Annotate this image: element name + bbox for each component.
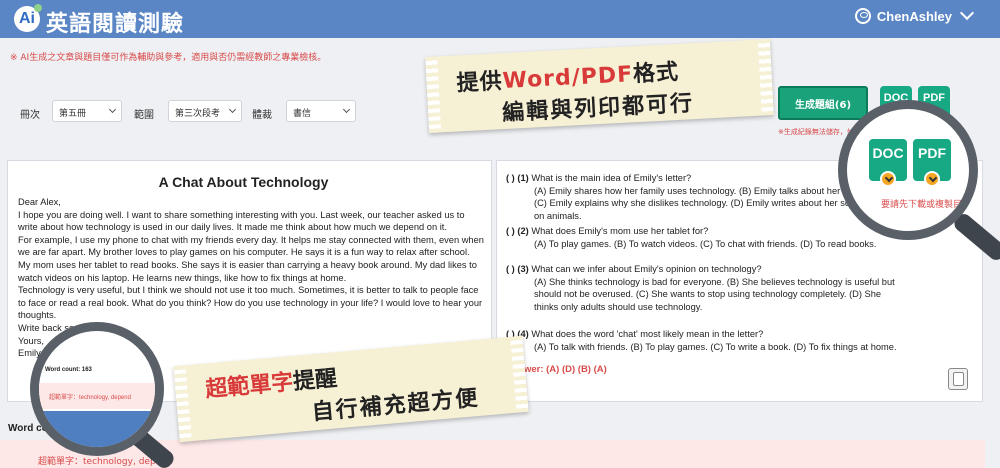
volume-label: 冊次 bbox=[20, 110, 40, 121]
range-select-value: 第三次段考 bbox=[175, 109, 221, 119]
question-number: ( ) (1) bbox=[506, 173, 529, 183]
download-icon bbox=[880, 171, 896, 187]
word-count-zoomed: Word count: 163 bbox=[45, 367, 92, 373]
genre-select-value: 書信 bbox=[293, 109, 312, 119]
article-title: A Chat About Technology bbox=[158, 174, 329, 190]
chevron-down-icon bbox=[228, 105, 237, 114]
range-select[interactable]: 第三次段考 bbox=[168, 100, 242, 122]
download-note-zoomed: 要請先下載或複製目 bbox=[881, 199, 963, 209]
top-navigation-bar: Ai 英語閱讀測驗 ChenAshley bbox=[0, 0, 1000, 38]
banner-text: 提供 bbox=[456, 69, 504, 97]
magnifier-lens-downloads: DOC PDF 要請先下載或複製目 bbox=[838, 100, 978, 240]
logo-dot-icon bbox=[34, 4, 42, 12]
user-icon bbox=[854, 8, 871, 24]
question-options: (A) She thinks technology is bad for eve… bbox=[534, 276, 895, 312]
blue-strip bbox=[39, 411, 155, 447]
question-text: What is the main idea of Emily's letter? bbox=[531, 173, 692, 183]
ai-notice: ※ AI生成之文章與題目僅可作為輔助與參考，適用與否仍需經教師之專業檢核。 bbox=[10, 53, 327, 63]
chevron-down-icon bbox=[108, 105, 117, 114]
vocab-text-zoomed: 超範單字：technology, depend bbox=[49, 395, 131, 401]
doc-icon: DOC bbox=[869, 139, 907, 187]
banner-highlight: 超範單字 bbox=[204, 370, 295, 403]
magnifier-lens-vocab: Word count: 163 超範單字：technology, depend bbox=[30, 322, 164, 456]
user-menu[interactable]: ChenAshley bbox=[854, 5, 975, 24]
question-text: What can we infer about Emily's opinion … bbox=[531, 264, 762, 274]
question-options: (A) To play games. (B) To watch videos. … bbox=[534, 238, 877, 249]
genre-select[interactable]: 書信 bbox=[286, 100, 356, 122]
question-4: ( ) (4) What does the word 'chat' most l… bbox=[506, 328, 906, 353]
generate-button[interactable]: 生成題組(6) bbox=[778, 86, 868, 120]
logo-text: Ai bbox=[19, 10, 35, 27]
app-title: 英語閱讀測驗 bbox=[46, 12, 185, 37]
doc-label: DOC bbox=[872, 145, 904, 161]
pdf-label: PDF bbox=[918, 145, 946, 161]
article-paragraph: I hope you are doing well. I want to sha… bbox=[18, 209, 465, 233]
banner-text: 格式 bbox=[632, 59, 680, 88]
article-paragraph: For example, I use my phone to chat with… bbox=[18, 234, 484, 283]
chevron-down-icon bbox=[959, 5, 975, 21]
article-paragraph: Dear Alex, bbox=[18, 197, 61, 207]
question-options: (A) To talk with friends. (B) To play ga… bbox=[534, 341, 897, 352]
genre-label: 體裁 bbox=[252, 110, 272, 121]
tape-decoration bbox=[425, 56, 442, 133]
question-2: ( ) (2) What does Emily's mom use her ta… bbox=[506, 225, 906, 250]
question-number: ( ) (2) bbox=[506, 226, 529, 236]
pdf-icon: PDF bbox=[913, 139, 951, 187]
question-3: ( ) (3) What can we infer about Emily's … bbox=[506, 263, 906, 313]
range-label: 範圍 bbox=[134, 110, 154, 121]
article-paragraph: Technology is very useful, but I think w… bbox=[18, 285, 483, 321]
copy-icon[interactable] bbox=[948, 368, 968, 390]
volume-select[interactable]: 第五冊 bbox=[52, 100, 122, 122]
app-logo[interactable]: Ai bbox=[14, 4, 42, 32]
volume-select-value: 第五冊 bbox=[59, 109, 87, 119]
tape-decoration bbox=[173, 365, 192, 443]
question-text: What does the word 'chat' most likely me… bbox=[531, 329, 764, 339]
question-number: ( ) (3) bbox=[506, 264, 529, 274]
tape-decoration bbox=[757, 39, 774, 116]
promo-banner-formats: 提供Word/PDF格式 編輯與列印都可行 bbox=[425, 39, 774, 133]
question-text: What does Emily's mom use her tablet for… bbox=[531, 226, 709, 236]
chevron-down-icon bbox=[342, 105, 351, 114]
banner-text: 提醒 bbox=[292, 366, 339, 395]
username: ChenAshley bbox=[876, 8, 952, 24]
download-icon bbox=[924, 171, 940, 187]
